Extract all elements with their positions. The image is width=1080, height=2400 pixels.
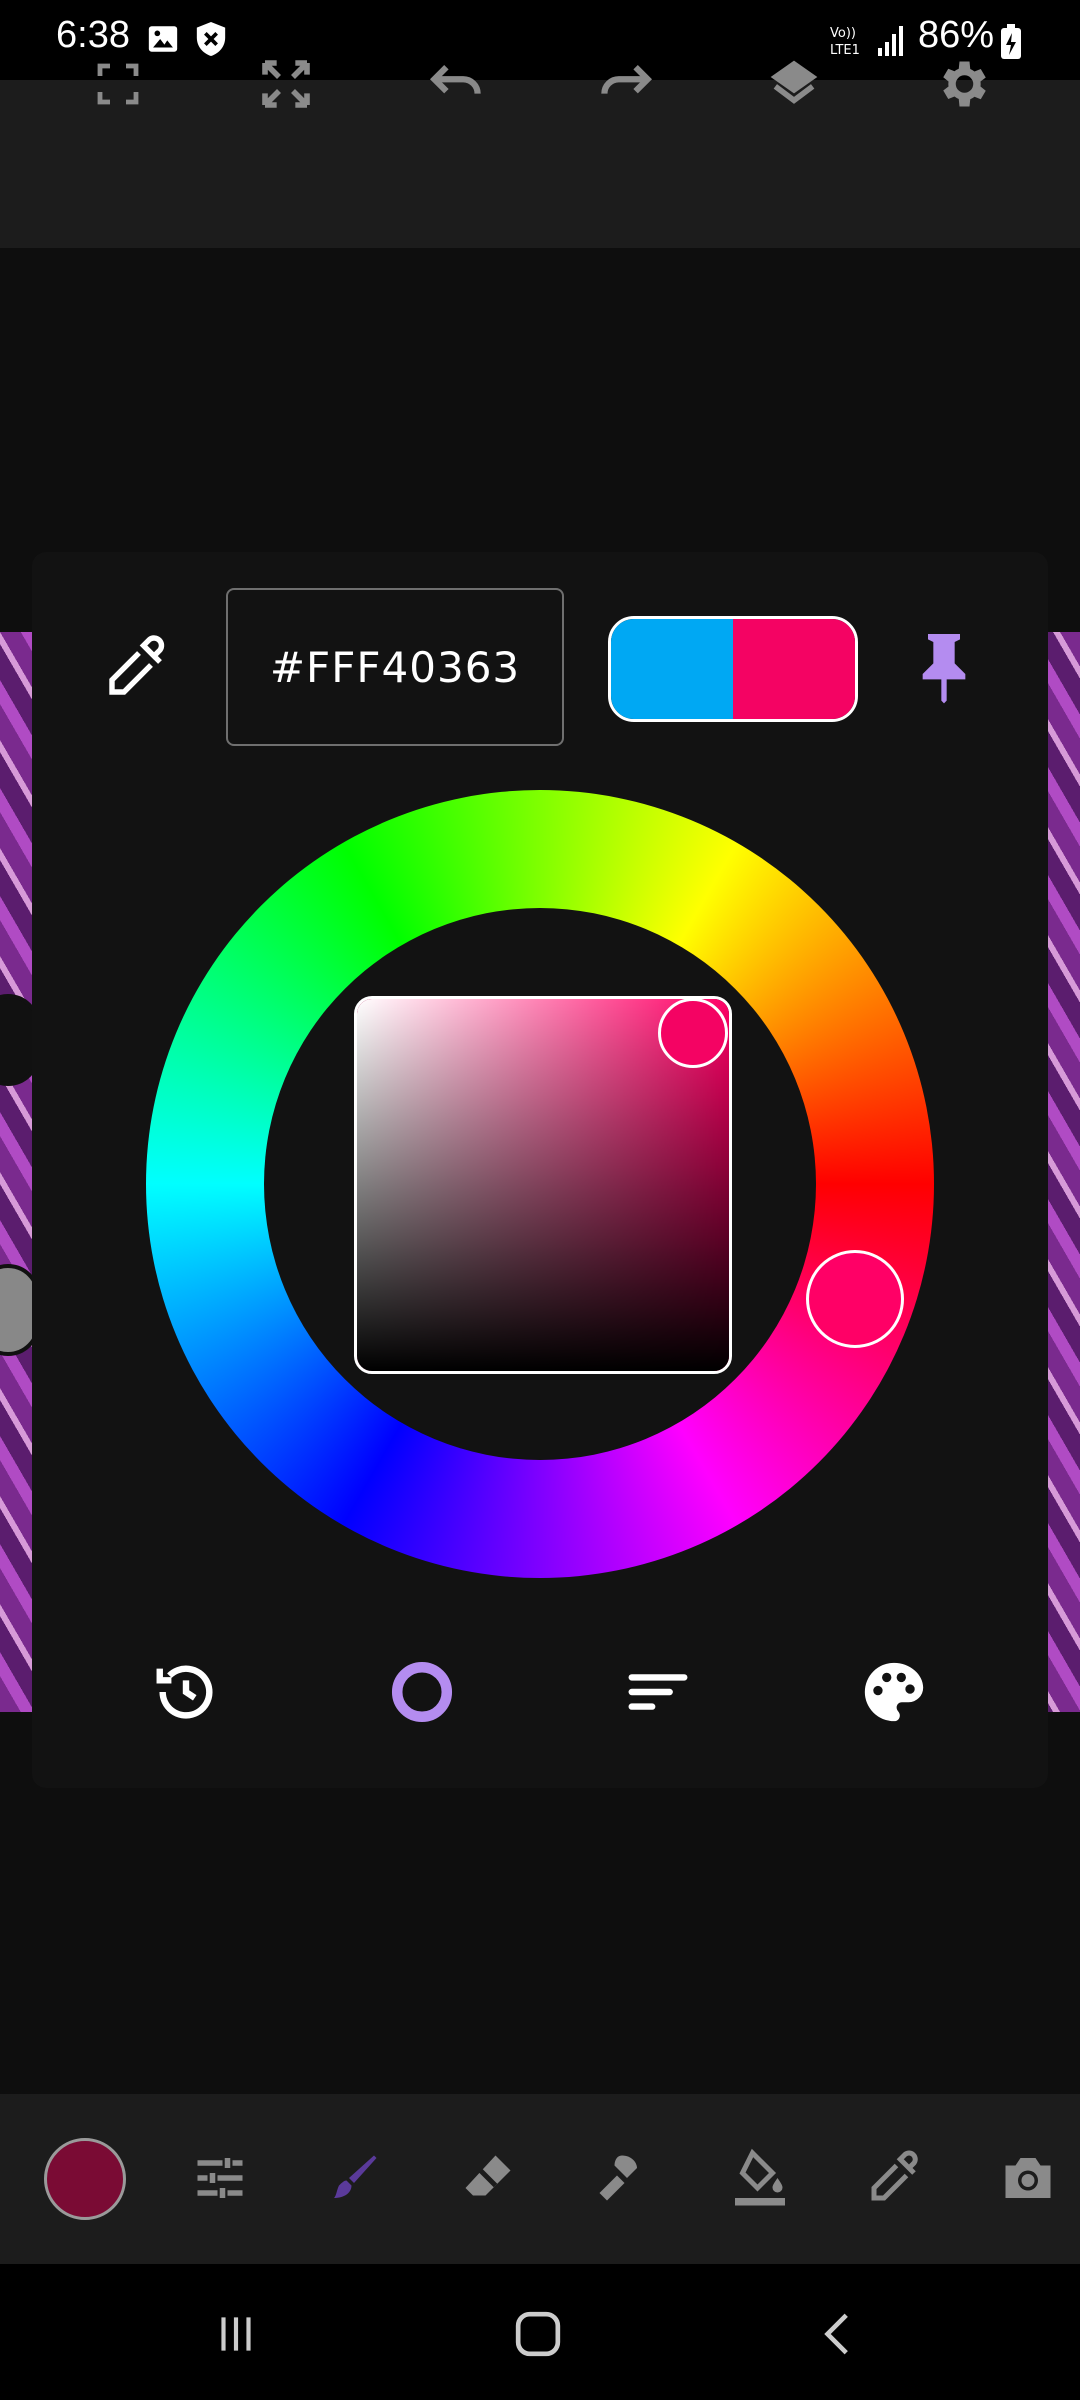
redo-icon[interactable] [578, 36, 674, 132]
wheel-icon[interactable] [382, 1652, 462, 1732]
eyedropper-icon[interactable] [100, 632, 172, 704]
camera-icon[interactable] [982, 2132, 1074, 2224]
pin-icon[interactable] [912, 628, 976, 704]
eyedropper-tool-icon[interactable] [848, 2132, 940, 2224]
gear-icon[interactable] [914, 36, 1010, 132]
hue-thumb[interactable] [806, 1250, 904, 1348]
undo-icon[interactable] [408, 36, 504, 132]
new-color-swatch [733, 619, 855, 719]
old-color-swatch[interactable] [611, 619, 733, 719]
fit-screen-icon[interactable] [238, 36, 334, 132]
palette-icon[interactable] [854, 1652, 934, 1732]
brush-icon[interactable] [308, 2132, 400, 2224]
fill-icon[interactable] [714, 2132, 806, 2224]
home-icon[interactable] [496, 2292, 580, 2376]
sliders-icon[interactable] [618, 1652, 698, 1732]
back-icon[interactable] [798, 2292, 882, 2376]
current-color-button[interactable] [44, 2138, 126, 2220]
layers-icon[interactable] [746, 36, 842, 132]
recents-icon[interactable] [194, 2292, 278, 2376]
adjust-icon[interactable] [174, 2132, 266, 2224]
fullscreen-icon[interactable] [70, 36, 166, 132]
hex-color-input[interactable]: #FFF40363 [226, 588, 564, 746]
history-icon[interactable] [146, 1652, 226, 1732]
color-compare-swatch[interactable] [608, 616, 858, 722]
shield-icon [194, 20, 228, 58]
eraser-icon[interactable] [442, 2132, 534, 2224]
smudge-icon[interactable] [576, 2132, 668, 2224]
saturation-value-thumb[interactable] [658, 998, 728, 1068]
